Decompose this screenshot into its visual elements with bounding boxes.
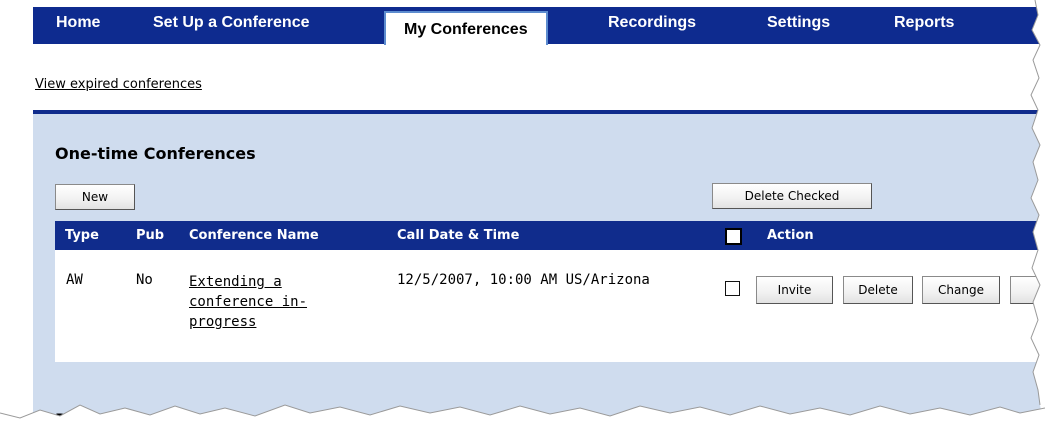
nav-reports[interactable]: Reports xyxy=(894,7,954,39)
more-action-button[interactable] xyxy=(1010,276,1045,304)
my-conferences-page: Home Set Up a Conference My Conferences … xyxy=(0,0,1045,429)
column-header-type: Type xyxy=(65,228,99,243)
column-header-action: Action xyxy=(767,228,814,243)
section-title-one-time: One-time Conferences xyxy=(55,144,256,163)
column-header-conference-name: Conference Name xyxy=(189,228,319,243)
cell-pub: No xyxy=(136,272,153,288)
column-header-pub: Pub xyxy=(136,228,165,243)
row-select-checkbox[interactable] xyxy=(725,281,740,296)
cell-call-date-time: 12/5/2007, 10:00 AM US/Arizona xyxy=(397,272,650,288)
top-navigation-bar: Home Set Up a Conference My Conferences … xyxy=(33,7,1045,45)
column-header-call-date-time: Call Date & Time xyxy=(397,228,520,243)
nav-set-up-conference[interactable]: Set Up a Conference xyxy=(153,7,309,39)
change-button[interactable]: Change xyxy=(922,276,1000,304)
delete-checked-button[interactable]: Delete Checked xyxy=(712,183,872,209)
nav-home[interactable]: Home xyxy=(56,7,100,39)
view-expired-conferences-link[interactable]: View expired conferences xyxy=(35,77,202,92)
nav-settings[interactable]: Settings xyxy=(767,7,830,39)
invite-button[interactable]: Invite xyxy=(756,276,833,304)
one-time-conferences-panel: One-time Conferences New Delete Checked … xyxy=(33,110,1045,429)
tab-my-conferences[interactable]: My Conferences xyxy=(384,11,548,45)
delete-button[interactable]: Delete xyxy=(843,276,913,304)
cell-type: AW xyxy=(66,272,83,288)
table-row: AW No Extending a conference in-progress… xyxy=(55,250,1045,362)
select-all-checkbox[interactable] xyxy=(725,228,742,245)
nav-recordings[interactable]: Recordings xyxy=(608,7,696,39)
conference-name-link[interactable]: Extending a conference in-progress xyxy=(189,272,349,332)
section-title-recurring: Recurring Conferences xyxy=(55,410,261,429)
conferences-table-header: Type Pub Conference Name Call Date & Tim… xyxy=(55,221,1045,250)
new-conference-button[interactable]: New xyxy=(55,184,135,210)
